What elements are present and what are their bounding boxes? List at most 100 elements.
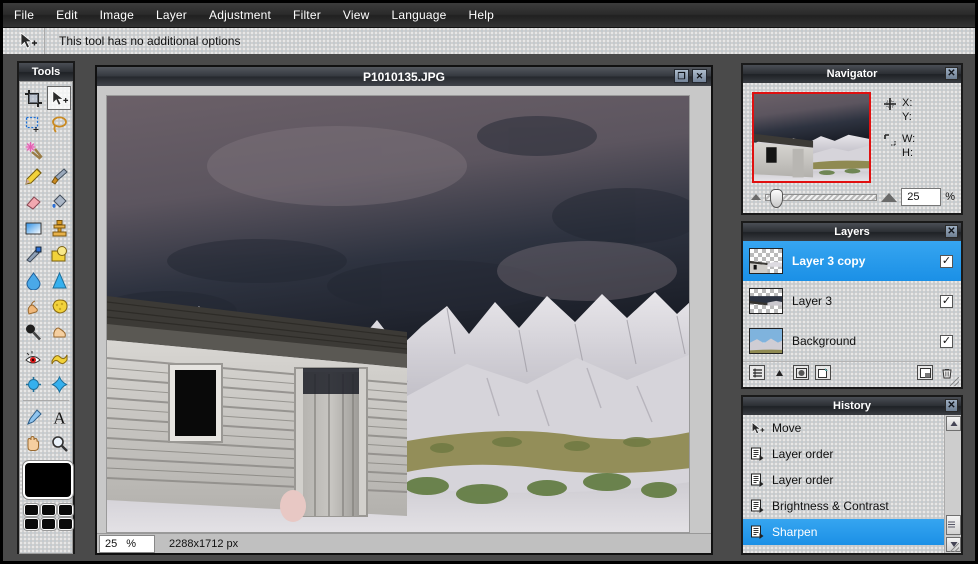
crop-tool[interactable] xyxy=(21,86,45,110)
palette-swatch[interactable] xyxy=(39,517,57,531)
history-scrollbar[interactable] xyxy=(944,415,961,553)
layer-row[interactable]: Layer 3 copy ✓ xyxy=(743,241,961,281)
zoom-level-input[interactable]: 25 xyxy=(901,188,942,206)
layer-row[interactable]: Background ✓ xyxy=(743,321,961,361)
tools-title-text: Tools xyxy=(31,66,61,78)
zoom-tool[interactable] xyxy=(47,431,71,455)
close-button[interactable]: ✕ xyxy=(692,69,707,83)
menu-edit[interactable]: Edit xyxy=(45,5,88,25)
navigator-close-button[interactable]: ✕ xyxy=(945,67,958,80)
pinch-tool[interactable] xyxy=(47,320,71,344)
menu-filter[interactable]: Filter xyxy=(282,5,332,25)
scrollbar-thumb[interactable] xyxy=(946,515,961,535)
dodge-tool[interactable] xyxy=(21,294,45,318)
canvas-area[interactable] xyxy=(97,86,711,534)
history-item-label: Move xyxy=(772,421,802,435)
history-item[interactable]: Sharpen xyxy=(743,519,961,545)
status-zoom-value: 25 xyxy=(105,537,118,550)
sharpen-tool[interactable] xyxy=(47,268,71,292)
layer-visibility-checkbox[interactable]: ✓ xyxy=(940,254,953,268)
layers-resize-grip[interactable] xyxy=(950,377,959,386)
move-tool[interactable] xyxy=(47,86,71,110)
menu-image[interactable]: Image xyxy=(89,5,145,25)
layers-icon xyxy=(749,524,765,540)
image-editor-window: File Edit Image Layer Adjustment Filter … xyxy=(0,0,978,564)
history-item-label: Layer order xyxy=(772,473,834,487)
palette-swatch[interactable] xyxy=(56,503,74,517)
layer-visibility-checkbox[interactable]: ✓ xyxy=(940,334,953,348)
menu-view[interactable]: View xyxy=(332,5,381,25)
history-title-text: History xyxy=(833,400,871,412)
palette-swatch[interactable] xyxy=(22,517,40,531)
duplicate-layer-button[interactable] xyxy=(917,365,933,380)
menu-language[interactable]: Language xyxy=(381,5,458,25)
paint-bucket-tool[interactable] xyxy=(47,190,71,214)
navigator-thumbnail[interactable] xyxy=(752,92,871,183)
eraser-tool[interactable] xyxy=(21,190,45,214)
menu-adjustment[interactable]: Adjustment xyxy=(198,5,282,25)
zoom-out-icon[interactable] xyxy=(751,194,761,200)
clone-stamp-tool[interactable] xyxy=(47,216,71,240)
history-item[interactable]: Move xyxy=(743,415,961,441)
selection-size-icon xyxy=(883,133,897,150)
layers-panel: Layers ✕ Layer 3 copy ✓ Layer 3 ✓ Backgr… xyxy=(741,221,963,389)
menu-layer[interactable]: Layer xyxy=(145,5,198,25)
shapes-tool[interactable] xyxy=(47,242,71,266)
status-zoom-field[interactable]: 25 % xyxy=(99,534,155,553)
history-resize-grip[interactable] xyxy=(950,543,959,552)
magic-wand-tool[interactable] xyxy=(21,138,45,162)
zoom-slider-handle[interactable] xyxy=(770,188,783,208)
photo-canvas[interactable] xyxy=(106,95,690,533)
menu-file[interactable]: File xyxy=(3,5,45,25)
history-item[interactable]: Layer order xyxy=(743,441,961,467)
palette-swatch[interactable] xyxy=(56,517,74,531)
smudge-tool[interactable] xyxy=(21,242,45,266)
layers-close-button[interactable]: ✕ xyxy=(945,225,958,238)
bulge-tool[interactable] xyxy=(21,372,45,396)
layer-visibility-checkbox[interactable]: ✓ xyxy=(940,294,953,308)
warp-tool[interactable] xyxy=(47,346,71,370)
sponge-tool[interactable] xyxy=(47,294,71,318)
navigator-zoom-controls: 25 % xyxy=(751,187,955,208)
scroll-up-button[interactable] xyxy=(946,416,961,431)
spacer-tool-a xyxy=(47,138,71,162)
blend-mode-button[interactable] xyxy=(749,365,765,380)
new-layer-button[interactable] xyxy=(815,365,831,380)
history-item[interactable]: Brightness & Contrast xyxy=(743,493,961,519)
move-tool-icon xyxy=(11,28,45,54)
pencil-tool[interactable] xyxy=(21,164,45,188)
history-close-button[interactable]: ✕ xyxy=(945,399,958,412)
layer-name: Layer 3 copy xyxy=(792,254,866,268)
navigator-title-text: Navigator xyxy=(826,68,878,80)
move-layer-up-button[interactable] xyxy=(771,365,787,380)
paintbrush-tool[interactable] xyxy=(47,164,71,188)
zoom-slider[interactable] xyxy=(765,188,878,208)
red-eye-tool[interactable] xyxy=(21,346,45,370)
palette-swatch[interactable] xyxy=(39,503,57,517)
photo-image xyxy=(107,96,689,532)
status-zoom-unit: % xyxy=(126,537,137,550)
tools-panel-body: A xyxy=(19,81,74,554)
eyedropper-tool[interactable] xyxy=(21,405,45,429)
lasso-select-tool[interactable] xyxy=(47,112,71,136)
layers-body: Layer 3 copy ✓ Layer 3 ✓ Background ✓ xyxy=(743,241,961,387)
menu-help[interactable]: Help xyxy=(458,5,505,25)
zoom-percent-label: % xyxy=(945,191,955,203)
document-title-text: P1010135.JPG xyxy=(362,69,446,84)
layer-row[interactable]: Layer 3 ✓ xyxy=(743,281,961,321)
history-item[interactable]: Layer order xyxy=(743,467,961,493)
hand-tool[interactable] xyxy=(21,431,45,455)
palette-swatch[interactable] xyxy=(22,503,40,517)
layer-mask-button[interactable] xyxy=(793,365,809,380)
tool-options-text: This tool has no additional options xyxy=(59,34,241,48)
gradient-tool[interactable] xyxy=(21,216,45,240)
tool-grid: A xyxy=(21,86,71,455)
distort-tool[interactable] xyxy=(47,372,71,396)
text-tool[interactable]: A xyxy=(47,405,71,429)
foreground-color-swatch[interactable] xyxy=(22,460,74,500)
blur-tool[interactable] xyxy=(21,268,45,292)
zoom-in-icon[interactable] xyxy=(881,192,898,202)
maximize-button[interactable]: ❐ xyxy=(674,69,689,83)
burn-tool[interactable] xyxy=(21,320,45,344)
rectangle-select-tool[interactable] xyxy=(21,112,45,136)
